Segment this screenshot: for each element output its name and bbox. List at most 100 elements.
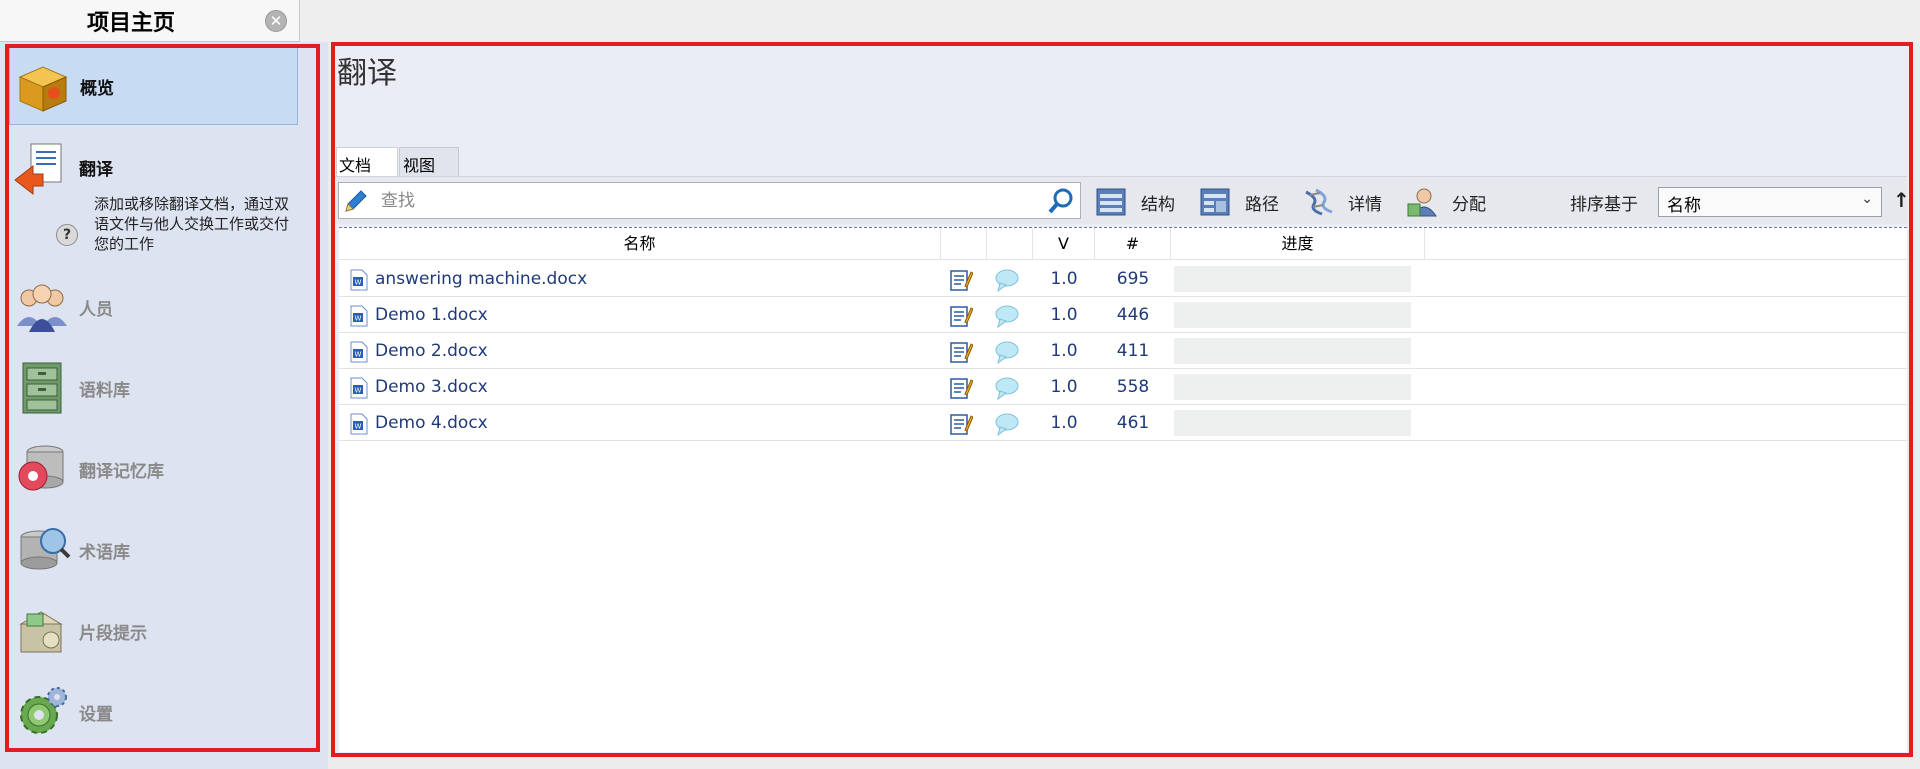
translation-description: 添加或移除翻译文档，通过双语文件与他人交换工作或交付您的工作 bbox=[94, 195, 290, 253]
document-name[interactable]: Demo 3.docx bbox=[375, 369, 935, 405]
document-edit-icon[interactable] bbox=[949, 304, 973, 328]
tab-documents[interactable]: 文档 bbox=[336, 147, 398, 176]
document-word-count: 461 bbox=[1116, 413, 1150, 433]
word-document-icon: W bbox=[350, 341, 368, 363]
document-edit-icon[interactable] bbox=[949, 376, 973, 400]
structure-button[interactable]: 结构 bbox=[1095, 186, 1175, 218]
details-label: 详情 bbox=[1348, 194, 1382, 215]
document-version: 1.0 bbox=[1050, 269, 1078, 289]
structure-label: 结构 bbox=[1141, 194, 1175, 215]
path-button[interactable]: 路径 bbox=[1199, 186, 1279, 218]
project-home-tab-label: 项目主页 bbox=[86, 11, 175, 36]
document-word-count: 446 bbox=[1116, 305, 1150, 325]
sidebar-item-translation-memory[interactable]: 翻译记忆库 bbox=[9, 430, 298, 508]
comment-icon[interactable] bbox=[994, 376, 1020, 400]
table-row[interactable]: W Demo 2.docx 1.0 411 bbox=[339, 333, 1907, 369]
search-icon[interactable] bbox=[1047, 187, 1075, 215]
header-name[interactable]: 名称 bbox=[339, 228, 941, 260]
sidebar-item-corpora[interactable]: 语料库 bbox=[9, 349, 298, 427]
tab-views[interactable]: 视图 bbox=[399, 147, 459, 176]
assign-button[interactable]: 分配 bbox=[1406, 186, 1486, 218]
path-label: 路径 bbox=[1245, 194, 1279, 215]
search-box[interactable] bbox=[338, 182, 1081, 219]
header-comment-icon bbox=[987, 228, 1033, 260]
sidebar-item-overview[interactable]: 概览 bbox=[9, 47, 298, 125]
word-document-icon: W bbox=[350, 413, 368, 435]
svg-text:W: W bbox=[355, 315, 362, 323]
term-base-icon bbox=[20, 528, 71, 570]
svg-text:W: W bbox=[355, 387, 362, 395]
table-row[interactable]: W Demo 3.docx 1.0 558 bbox=[339, 369, 1907, 405]
word-document-icon: W bbox=[350, 377, 368, 399]
details-button[interactable]: 详情 bbox=[1302, 186, 1382, 218]
sidebar-item-people[interactable]: 人员 bbox=[9, 268, 298, 346]
sidebar-item-label: 人员 bbox=[79, 299, 113, 320]
dna-icon bbox=[1305, 188, 1333, 216]
assign-user-icon bbox=[1407, 188, 1437, 217]
sidebar-item-label: 概览 bbox=[80, 78, 114, 99]
assign-label: 分配 bbox=[1452, 194, 1486, 215]
document-version: 1.0 bbox=[1050, 413, 1078, 433]
path-icon bbox=[1200, 188, 1230, 216]
pencil-icon bbox=[345, 190, 367, 212]
comment-icon[interactable] bbox=[994, 304, 1020, 328]
gear-icon bbox=[20, 687, 67, 734]
project-home-tab[interactable]: 项目主页 ✕ bbox=[0, 0, 300, 42]
document-word-count: 695 bbox=[1116, 269, 1150, 289]
sidebar-item-label: 翻译 bbox=[79, 159, 113, 180]
table-row[interactable]: W Demo 1.docx 1.0 446 bbox=[339, 297, 1907, 333]
sort-by-value: 名称 bbox=[1667, 196, 1701, 216]
sidebar-item-label: 语料库 bbox=[79, 380, 130, 401]
sidebar-item-term-base[interactable]: 术语库 bbox=[9, 511, 298, 589]
progress-bar bbox=[1174, 302, 1411, 328]
svg-text:W: W bbox=[355, 351, 362, 359]
table-row[interactable]: Wanswering machine.docx 1.0 695 bbox=[339, 261, 1907, 297]
svg-text:W: W bbox=[355, 423, 362, 431]
progress-bar bbox=[1174, 374, 1411, 400]
close-icon: ✕ bbox=[269, 11, 283, 30]
search-input[interactable] bbox=[379, 187, 1019, 215]
sort-ascending-arrow-icon[interactable]: ↑ bbox=[1893, 188, 1910, 212]
table-row[interactable]: W Demo 4.docx 1.0 461 bbox=[339, 405, 1907, 441]
document-edit-icon[interactable] bbox=[949, 412, 973, 436]
sidebar-item-label: 片段提示 bbox=[79, 623, 147, 644]
sort-by-select[interactable]: 名称 ⌄ bbox=[1658, 187, 1882, 217]
document-name[interactable]: answering machine.docx bbox=[375, 261, 935, 297]
document-name[interactable]: Demo 1.docx bbox=[375, 297, 935, 333]
document-edit-icon[interactable] bbox=[949, 340, 973, 364]
muse-icon bbox=[19, 611, 63, 653]
sidebar-item-muses[interactable]: 片段提示 bbox=[9, 592, 298, 670]
sidebar-item-label: 设置 bbox=[79, 704, 113, 725]
sidebar-item-settings[interactable]: 设置 bbox=[9, 673, 298, 751]
document-version: 1.0 bbox=[1050, 341, 1078, 361]
close-tab-button[interactable]: ✕ bbox=[265, 10, 287, 32]
header-progress[interactable]: 进度 bbox=[1171, 228, 1425, 260]
document-name[interactable]: Demo 2.docx bbox=[375, 333, 935, 369]
comment-icon[interactable] bbox=[994, 268, 1020, 292]
overview-box-icon bbox=[18, 66, 68, 112]
header-count[interactable]: # bbox=[1095, 228, 1171, 260]
document-table: 名称 V # 进度 Wanswering machine.docx 1.0 695 W… bbox=[339, 227, 1907, 752]
page-title: 翻译 bbox=[337, 56, 397, 91]
table-header: 名称 V # 进度 bbox=[339, 228, 1907, 260]
document-version: 1.0 bbox=[1050, 377, 1078, 397]
translation-memory-icon bbox=[18, 445, 64, 491]
word-document-icon: W bbox=[350, 269, 368, 291]
header-version[interactable]: V bbox=[1033, 228, 1095, 260]
chevron-down-icon: ⌄ bbox=[1861, 191, 1873, 207]
document-word-count: 411 bbox=[1116, 341, 1150, 361]
svg-text:W: W bbox=[355, 279, 362, 287]
structure-icon bbox=[1096, 188, 1126, 216]
sort-by-label: 排序基于 bbox=[1570, 195, 1638, 215]
document-name[interactable]: Demo 4.docx bbox=[375, 405, 935, 441]
document-edit-icon[interactable] bbox=[949, 268, 973, 292]
comment-icon[interactable] bbox=[994, 340, 1020, 364]
sidebar-item-label: 翻译记忆库 bbox=[79, 461, 164, 482]
comment-icon[interactable] bbox=[994, 412, 1020, 436]
help-icon[interactable]: ? bbox=[56, 224, 78, 246]
document-word-count: 558 bbox=[1116, 377, 1150, 397]
document-version: 1.0 bbox=[1050, 305, 1078, 325]
word-document-icon: W bbox=[350, 305, 368, 327]
sidebar-item-label: 术语库 bbox=[79, 542, 130, 563]
file-cabinet-icon bbox=[22, 362, 62, 414]
